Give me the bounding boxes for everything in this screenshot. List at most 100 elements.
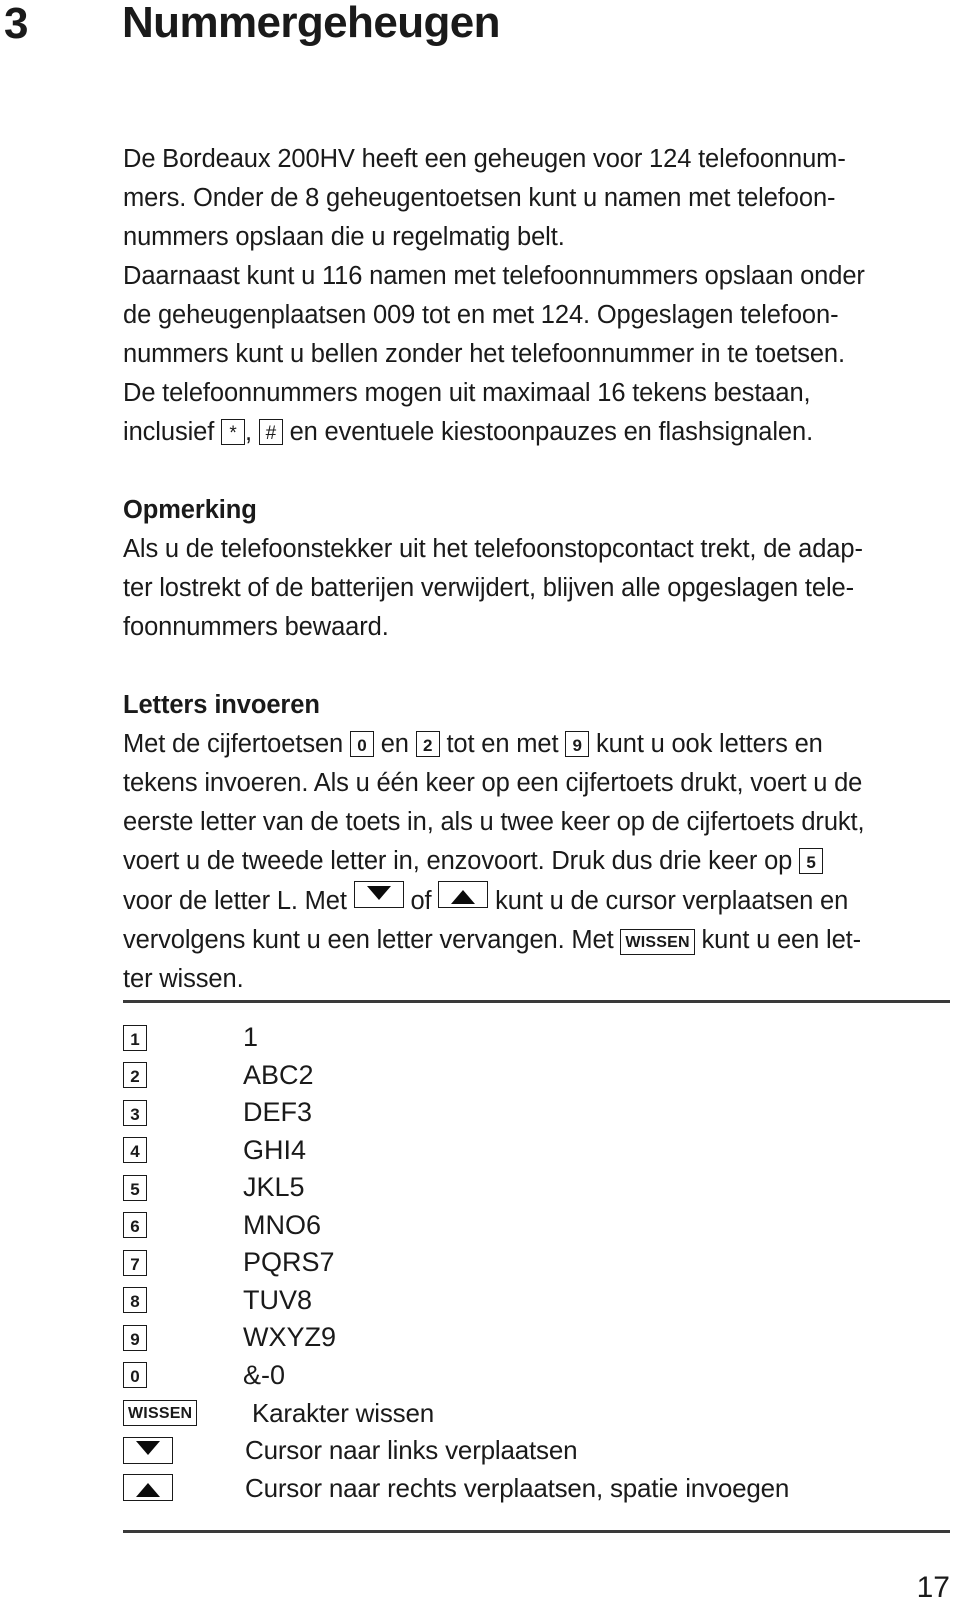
table-row: Cursor naar rechts verplaatsen, spatie i…	[123, 1469, 953, 1507]
table-row: WISSEN Karakter wissen	[123, 1394, 953, 1432]
intro-line-1: De Bordeaux 200HV heeft een geheugen voo…	[123, 145, 846, 173]
letters-line-5-mid: of	[403, 887, 439, 915]
key-7-icon: 7	[123, 1249, 147, 1276]
table-cell-label: WXYZ9	[243, 1322, 337, 1353]
key-0-icon: 0	[123, 1362, 147, 1389]
arrow-down-key-icon	[353, 881, 404, 908]
key-3-icon: 3	[123, 1099, 147, 1126]
letters-line-6-prefix: vervolgens kunt u een letter vervangen. …	[123, 926, 621, 954]
letters-line-7: ter wissen.	[123, 965, 244, 993]
key-5-icon: 5	[123, 1174, 147, 1201]
table-cell-key: 9	[123, 1324, 243, 1351]
table-cell-key: 5	[123, 1174, 243, 1201]
letters-line-6-suffix: kunt u een let-	[694, 926, 862, 954]
triangle-down-glyph	[136, 1441, 160, 1456]
key-5-icon: 5	[799, 848, 824, 874]
key-assignment-table: 1 1 2 ABC2 3 DEF3 4 GHI4 5 JKL5 6 MNO6 7 PQRS7 8 TUV8 9 W…	[123, 1019, 953, 1507]
table-cell-key: 3	[123, 1099, 243, 1126]
letters-line-4-prefix: voert u de tweede letter in, enzovoort. …	[123, 847, 800, 875]
wissen-key-icon: WISSEN	[620, 929, 695, 955]
triangle-up-glyph	[451, 889, 476, 904]
key-6-icon: 6	[123, 1212, 147, 1239]
letters-line-1-mid-2: tot en met	[439, 730, 566, 758]
intro-paragraph: De Bordeaux 200HV heeft een geheugen voo…	[123, 140, 953, 452]
table-cell-key: 7	[123, 1249, 243, 1276]
key-9-icon: 9	[565, 731, 590, 757]
letters-heading: Letters invoeren	[123, 691, 320, 719]
intro-line-6: nummers kunt u bellen zonder het telefoo…	[123, 340, 846, 368]
intro-line-8-suffix: en eventuele kiestoonpauzes en flashsign…	[282, 418, 814, 446]
key-9-icon: 9	[123, 1324, 147, 1351]
page-header: 3 Nummergeheugen	[0, 0, 960, 70]
table-row: 4 GHI4	[123, 1132, 953, 1170]
key-2-icon: 2	[415, 731, 440, 757]
table-cell-key: 1	[123, 1024, 243, 1051]
table-row: 7 PQRS7	[123, 1244, 953, 1282]
table-row: 11	[123, 1019, 953, 1057]
note-line-3: foonnummers bewaard.	[123, 613, 389, 641]
intro-line-7: De telefoonnummers mogen uit maximaal 16…	[123, 379, 811, 407]
hash-key-icon: #	[258, 419, 283, 445]
spacer-after-intro	[123, 452, 953, 491]
table-cell-label: DEF3	[243, 1097, 313, 1128]
table-cell-label: GHI4	[243, 1134, 307, 1165]
page-number: 17	[916, 1571, 950, 1604]
intro-line-8-sep: ,	[245, 418, 259, 446]
key-2-icon: 2	[123, 1062, 147, 1089]
letters-line-1-suffix: kunt u ook letters en	[589, 730, 823, 758]
arrow-down-key-icon	[123, 1436, 173, 1464]
table-row: 5 JKL5	[123, 1169, 953, 1207]
table-cell-label: TUV8	[243, 1284, 313, 1315]
table-cell-key: 4	[123, 1137, 243, 1164]
table-row: 2 ABC2	[123, 1057, 953, 1095]
table-cell-label: PQRS7	[243, 1247, 335, 1278]
table-cell-key: 6	[123, 1212, 243, 1239]
table-cell-label: Cursor naar links verplaatsen	[245, 1435, 578, 1466]
table-cell-key	[123, 1474, 243, 1502]
table-cell-label: &-0	[243, 1359, 286, 1390]
intro-line-5: de geheugenplaatsen 009 tot en met 124. …	[123, 301, 839, 329]
table-cell-key: 0	[123, 1362, 243, 1389]
spacer-after-note	[123, 647, 953, 686]
table-row: 8 TUV8	[123, 1282, 953, 1320]
letters-line-1-mid-1: en	[373, 730, 416, 758]
arrow-up-key-icon	[438, 881, 489, 908]
intro-line-4: Daarnaast kunt u 116 namen met telefoonn…	[123, 262, 865, 290]
letters-line-5-prefix: voor de letter L. Met	[123, 887, 354, 915]
table-cell-key: 8	[123, 1287, 243, 1314]
table-cell-key: 2	[123, 1062, 243, 1089]
table-cell-label: ABC2	[243, 1059, 314, 1090]
key-0-icon: 0	[349, 731, 374, 757]
table-row: 0 &-0	[123, 1357, 953, 1395]
table-cell-label: Cursor naar rechts verplaatsen, spatie i…	[245, 1472, 790, 1503]
chapter-number: 3	[4, 0, 28, 48]
document-body: De Bordeaux 200HV heeft een geheugen voo…	[123, 140, 953, 999]
arrow-up-key-icon	[123, 1474, 173, 1502]
table-cell-key	[123, 1436, 243, 1464]
table-bottom-rule	[123, 1530, 950, 1533]
note-line-1: Als u de telefoonstekker uit het telefoo…	[123, 535, 863, 563]
intro-line-8-prefix: inclusief	[123, 418, 222, 446]
key-4-icon: 4	[123, 1137, 147, 1164]
note-heading: Opmerking	[123, 496, 257, 524]
note-line-2: ter lostrekt of de batterijen verwijdert…	[123, 574, 854, 602]
wissen-key-icon: WISSEN	[123, 1399, 198, 1426]
letters-line-1-prefix: Met de cijfertoetsen	[123, 730, 350, 758]
table-top-rule	[123, 1000, 950, 1003]
key-1-icon: 1	[123, 1024, 147, 1051]
letters-paragraph: Met de cijfertoetsen 0 en 2 tot en met 9…	[123, 725, 953, 999]
table-cell-label: JKL5	[243, 1172, 305, 1203]
triangle-down-glyph	[366, 885, 391, 900]
letters-line-2: tekens invoeren. Als u één keer op een c…	[123, 769, 863, 797]
table-row: 6 MNO6	[123, 1207, 953, 1245]
intro-line-3: nummers opslaan die u regelmatig belt.	[123, 223, 565, 251]
table-cell-key: WISSEN	[123, 1399, 243, 1426]
star-key-icon: *	[221, 419, 246, 445]
table-row: 3 DEF3	[123, 1094, 953, 1132]
table-row: Cursor naar links verplaatsen	[123, 1432, 953, 1470]
table-cell-label: Karakter wissen	[252, 1397, 434, 1428]
note-paragraph: Als u de telefoonstekker uit het telefoo…	[123, 530, 953, 647]
table-row: 9 WXYZ9	[123, 1319, 953, 1357]
table-cell-label: MNO6	[243, 1209, 322, 1240]
triangle-up-glyph	[136, 1482, 160, 1497]
